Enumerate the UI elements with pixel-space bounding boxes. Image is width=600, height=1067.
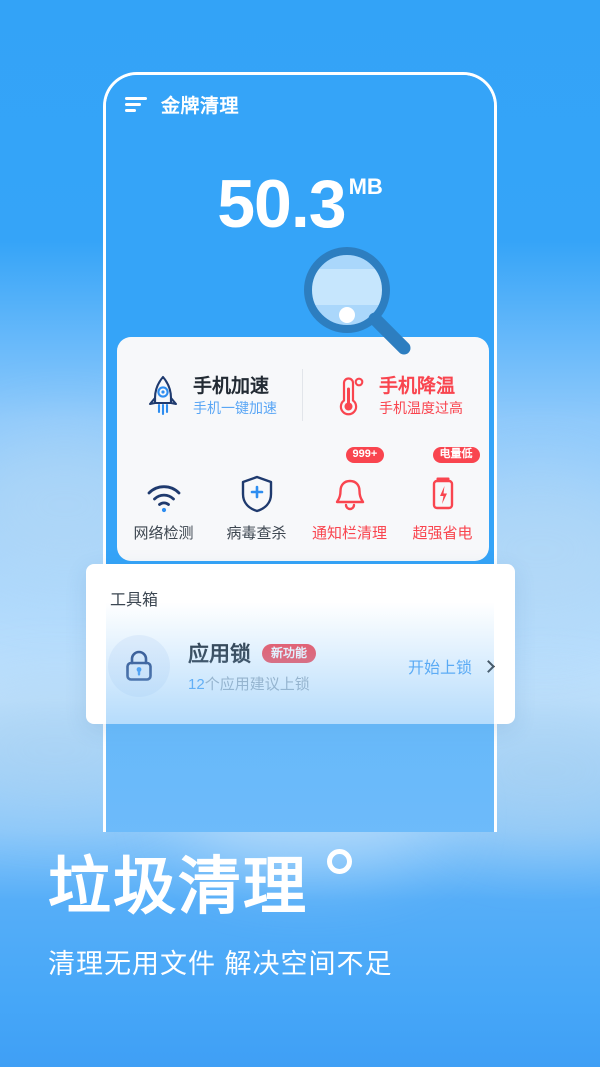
- app-lock-title-line: 应用锁 新功能: [188, 638, 408, 668]
- start-lock-label: 开始上锁: [407, 660, 472, 677]
- wifi-icon: [145, 473, 183, 513]
- junk-size-value: 50.3: [217, 166, 346, 242]
- app-lock-text: 应用锁 新功能 12个应用建议上锁: [188, 638, 408, 694]
- app-lock-title: 应用锁: [188, 643, 251, 666]
- promo-ring-decoration: [327, 849, 352, 874]
- app-lock-subtitle: 12个应用建议上锁: [188, 673, 408, 694]
- new-feature-badge: 新功能: [262, 643, 317, 663]
- junk-size-readout: 50.3 MB: [106, 170, 494, 238]
- app-lock-row[interactable]: 应用锁 新功能 12个应用建议上锁 开始上锁: [86, 626, 515, 706]
- junk-size-unit: MB: [348, 174, 383, 199]
- promo-title: 垃圾清理: [48, 849, 352, 922]
- feature-label: 网络检测: [133, 525, 194, 542]
- toolbox-title: 工具箱: [110, 592, 159, 609]
- status-badge: 999+: [345, 447, 385, 463]
- app-lock-count: 12: [188, 676, 205, 693]
- feature-label: 病毒查杀: [226, 525, 287, 542]
- app-lock-subtitle-rest: 个应用建议上锁: [204, 676, 310, 693]
- battery-icon: [424, 473, 462, 513]
- promo-title-text: 垃圾清理: [48, 852, 308, 922]
- lock-icon: [108, 635, 170, 697]
- hamburger-icon[interactable]: [125, 96, 147, 112]
- feature-bottom-row: 网络检测 病毒查杀 999+ 通知栏清理 电量低 超强省电: [117, 447, 489, 543]
- page-title: 金牌清理: [161, 95, 240, 117]
- feature-card: 手机加速 手机一键加速 手机降温 手机温度过高 网络检测 病毒查杀 999+ 通…: [117, 337, 489, 561]
- magnifier-icon: [300, 243, 415, 368]
- feature-virus-scan[interactable]: 病毒查杀: [210, 447, 303, 543]
- feature-top-row: 手机加速 手机一键加速 手机降温 手机温度过高: [117, 359, 489, 433]
- feature-label: 通知栏清理: [311, 525, 387, 542]
- feature-title: 手机加速: [193, 375, 270, 397]
- feature-phone-cooling[interactable]: 手机降温 手机温度过高: [303, 359, 489, 433]
- thermometer-icon: [329, 374, 369, 418]
- toolbox-card: 工具箱 应用锁 新功能 12个应用建议上锁 开始上锁: [86, 564, 515, 724]
- feature-notification-clean[interactable]: 999+ 通知栏清理: [303, 447, 396, 543]
- feature-subtitle: 手机一键加速: [193, 400, 277, 417]
- status-badge: 电量低: [432, 447, 480, 463]
- start-lock-button[interactable]: 开始上锁: [407, 654, 495, 678]
- bell-icon: [331, 473, 369, 513]
- feature-label: 超强省电: [412, 525, 473, 542]
- promo-subtitle: 清理无用文件 解决空间不足: [48, 949, 393, 980]
- feature-subtitle: 手机温度过高: [379, 400, 463, 417]
- promo-screenshot: 金牌清理 50.3 MB 立即清理: [0, 0, 600, 1067]
- rocket-icon: [143, 374, 183, 418]
- feature-phone-boost[interactable]: 手机加速 手机一键加速: [117, 359, 303, 433]
- promo-block: 垃圾清理 清理无用文件 解决空间不足: [48, 849, 393, 981]
- app-bar: 金牌清理: [106, 75, 494, 133]
- shield-plus-icon: [238, 473, 276, 513]
- feature-network-check[interactable]: 网络检测: [117, 447, 210, 543]
- chevron-right-icon: [482, 659, 495, 673]
- feature-power-save[interactable]: 电量低 超强省电: [396, 447, 489, 543]
- feature-title: 手机降温: [379, 375, 456, 397]
